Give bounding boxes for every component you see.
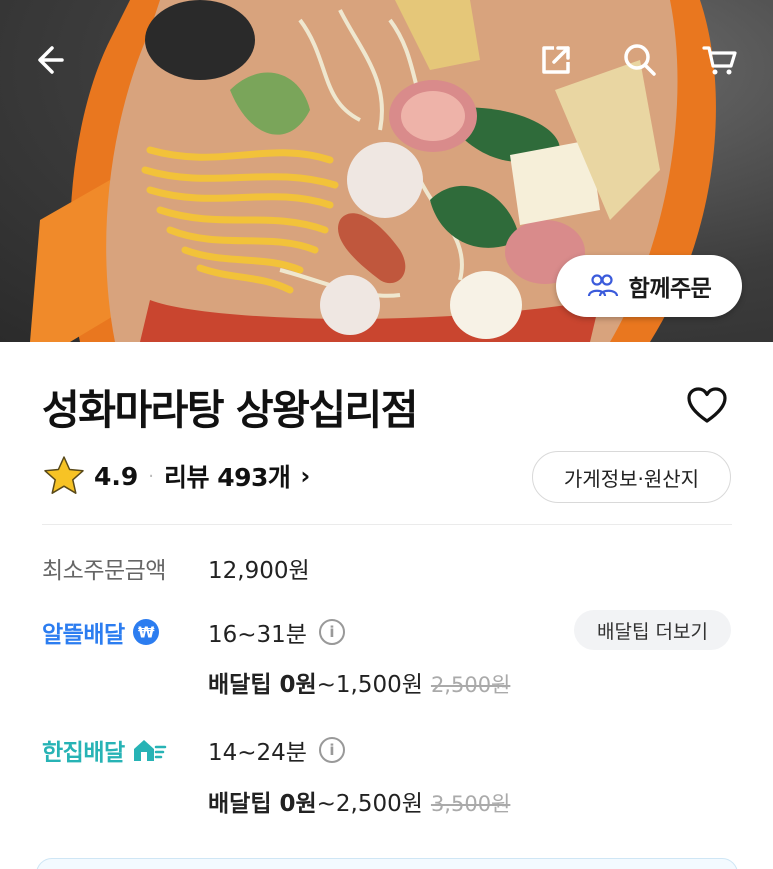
delivery-fee-range: ~1,500원 — [316, 672, 423, 698]
together-order-label: 함께주문 — [628, 276, 712, 302]
reviews-count: 리뷰 493개 — [164, 463, 291, 492]
store-info-button[interactable]: 가게정보·원산지 — [532, 451, 731, 503]
info-icon[interactable]: i — [318, 619, 345, 645]
together-order-button[interactable]: 함께주문 — [556, 255, 742, 317]
min-order-value: 12,900원 — [208, 558, 310, 584]
share-icon — [542, 46, 570, 74]
info-icon[interactable]: i — [318, 737, 345, 763]
min-order-label: 최소주문금액 — [42, 558, 166, 584]
back-button[interactable] — [24, 32, 80, 88]
cart-button[interactable] — [692, 32, 748, 88]
original-fee: 3,500원 — [430, 792, 511, 816]
more-delivery-tip-button[interactable]: 배달팁 더보기 — [574, 610, 731, 650]
section-divider — [42, 524, 732, 525]
share-button[interactable] — [528, 32, 584, 88]
delivery-time-value: 14~24분 — [208, 740, 307, 766]
star-icon — [44, 456, 84, 494]
delivery-time: 16~31분 i — [208, 615, 345, 649]
svg-text:₩: ₩ — [138, 624, 155, 642]
store-name: 성화마라탕 상왕십리점 — [42, 386, 418, 434]
search-icon — [624, 44, 656, 76]
original-fee: 2,500원 — [430, 673, 511, 697]
favorite-button[interactable] — [682, 380, 732, 430]
delivery-type-label: 한집배달 — [42, 740, 125, 766]
delivery-type-saver: 알뜰배달 ₩ — [42, 615, 161, 649]
rating-row: 4.9 · 리뷰 493개 › — [42, 455, 310, 497]
cart-icon — [702, 46, 737, 75]
house-fast-icon — [133, 740, 166, 761]
delivery-time: 14~24분 i — [208, 733, 345, 767]
rating-separator: · — [148, 465, 155, 487]
delivery-fee-prefix: 배달팁 0원 — [208, 791, 317, 817]
promo-card[interactable] — [36, 858, 738, 869]
reviews-link[interactable]: 리뷰 493개 › — [164, 458, 310, 494]
delivery-fee: 배달팁 0원~1,500원 2,500원 — [208, 665, 510, 699]
users-icon — [587, 274, 618, 297]
delivery-time-value: 16~31분 — [208, 622, 307, 648]
won-badge-icon: ₩ — [132, 619, 159, 645]
search-button[interactable] — [612, 32, 668, 88]
chevron-right-icon: › — [300, 462, 311, 490]
delivery-fee-prefix: 배달팁 0원 — [208, 672, 317, 698]
delivery-fee: 배달팁 0원~2,500원 3,500원 — [208, 784, 510, 818]
back-arrow-icon — [38, 46, 64, 74]
rating-score: 4.9 — [94, 461, 139, 491]
delivery-type-single: 한집배달 — [42, 733, 167, 767]
store-hero-image: 함께주문 — [0, 0, 773, 342]
delivery-type-label: 알뜰배달 — [42, 622, 125, 648]
delivery-fee-range: ~2,500원 — [316, 791, 423, 817]
heart-icon — [687, 387, 727, 423]
